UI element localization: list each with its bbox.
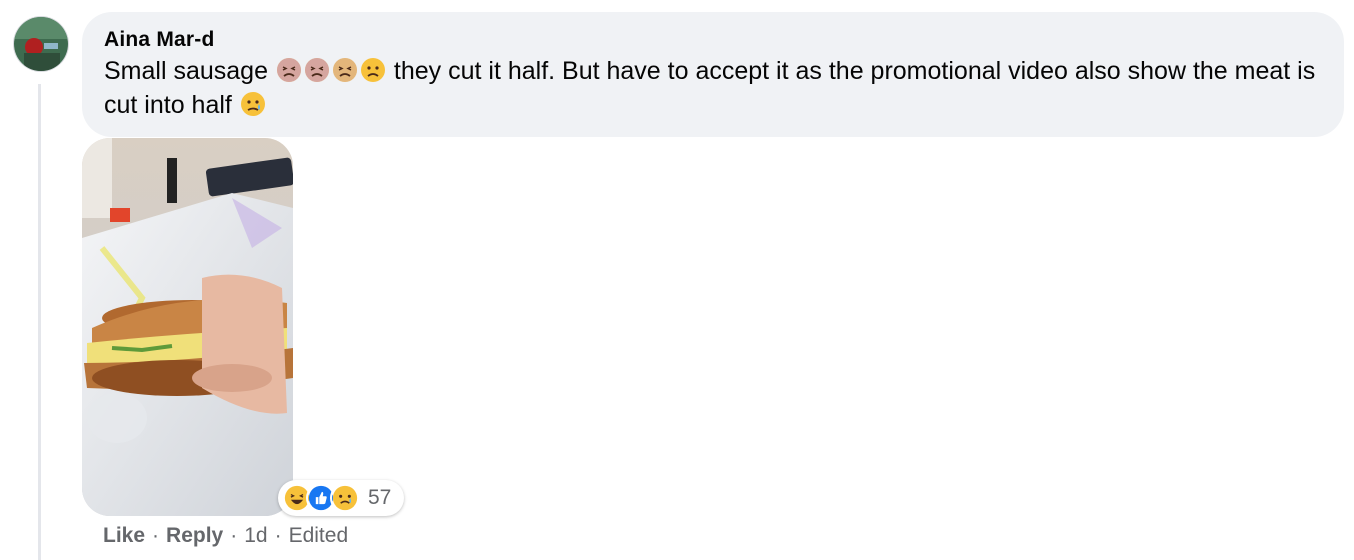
avatar-image [14,17,68,71]
avatar[interactable] [14,17,68,71]
reactions-summary[interactable]: 57 [278,480,404,516]
comment-photo[interactable] [82,138,293,516]
thread-line [38,84,41,560]
comment-bubble: Aina Mar-d Small sausage they cut it hal… [82,12,1344,137]
tired-face-emoji [331,57,359,85]
reply-button[interactable]: Reply [166,524,223,548]
frowning-face-emoji [359,57,387,85]
sad-icon [330,483,360,513]
separator: · [230,524,238,547]
separator: · [152,524,160,547]
separator: · [274,524,282,547]
sad-tear-emoji [239,91,267,119]
timestamp[interactable]: 1d [244,524,267,548]
burger-photo [82,138,293,516]
tired-face-emoji [275,57,303,85]
comment-actions: Like · Reply · 1d · Edited [103,524,348,548]
comment-text: Small sausage they cut it half. But have… [104,54,1322,122]
tired-face-emoji [303,57,331,85]
like-button[interactable]: Like [103,524,145,548]
comment-text-part1: Small sausage [104,57,268,85]
reaction-count: 57 [368,486,392,509]
edited-label[interactable]: Edited [289,524,349,548]
comment-author[interactable]: Aina Mar-d [104,28,1322,52]
